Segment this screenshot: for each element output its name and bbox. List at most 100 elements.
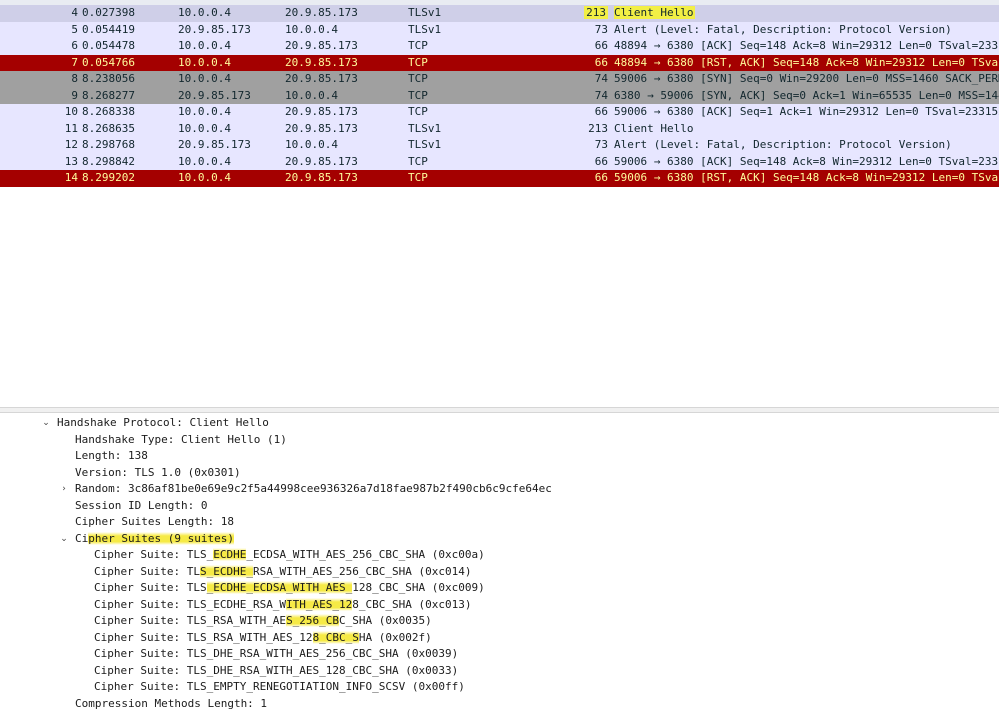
tree-node-session-id-length[interactable]: Session ID Length: 0 <box>75 498 207 515</box>
tree-node-label: Handshake Type: Client Hello (1) <box>75 432 287 446</box>
highlighter-mark: ECDHE <box>213 548 247 561</box>
packet-info-highlight: Client Hello <box>614 6 696 19</box>
tree-node-length[interactable]: Length: 138 <box>75 448 148 465</box>
tree-node-handshake-type[interactable]: Handshake Type: Client Hello (1) <box>75 432 287 449</box>
packet-row[interactable]: 5 0.054419 20.9.85.173 10.0.0.4 TLSv1 73… <box>0 21 999 38</box>
packet-row[interactable]: 8 8.238056 10.0.0.4 20.9.85.173 TCP 74 5… <box>0 71 999 88</box>
packet-row[interactable]: 10 8.268338 10.0.0.4 20.9.85.173 TCP 66 … <box>0 104 999 121</box>
chevron-down-icon[interactable]: ⌄ <box>40 415 52 432</box>
packet-protocol: TCP <box>408 88 428 102</box>
packet-row[interactable]: 6 0.054478 10.0.0.4 20.9.85.173 TCP 66 4… <box>0 38 999 55</box>
tree-node-cipher-suite[interactable]: Cipher Suite: TLS_RSA_WITH_AES_256_CBC_S… <box>94 613 432 630</box>
packet-destination: 20.9.85.173 <box>285 171 358 184</box>
packet-row[interactable]: 13 8.298842 10.0.0.4 20.9.85.173 TCP 66 … <box>0 153 999 170</box>
packet-time: 8.298842 <box>82 154 135 168</box>
packet-length: 66 <box>594 55 608 69</box>
packet-row[interactable]: 14 8.299202 10.0.0.4 20.9.85.173 TCP 66 … <box>0 170 999 187</box>
packet-time: 0.054419 <box>82 22 135 36</box>
cipher-suite-prefix: Cipher Suite: <box>94 680 187 693</box>
packet-destination: 10.0.0.4 <box>285 138 338 151</box>
packet-destination: 10.0.0.4 <box>285 22 338 36</box>
packet-protocol: TLSv1 <box>408 22 442 36</box>
packet-number: 13 <box>64 154 78 168</box>
packet-protocol: TLSv1 <box>408 6 442 19</box>
packet-protocol: TCP <box>408 72 428 85</box>
tree-node-label: Compression Methods Length: 1 <box>75 696 268 710</box>
tree-node-cipher-suites[interactable]: ⌄ Cipher Suites (9 suites) <box>58 531 234 548</box>
tree-node-cipher-suite[interactable]: Cipher Suite: TLS_DHE_RSA_WITH_AES_128_C… <box>94 663 458 680</box>
tree-node-handshake-protocol[interactable]: ⌄ Handshake Protocol: Client Hello <box>40 415 269 432</box>
packet-source: 10.0.0.4 <box>178 55 231 69</box>
packet-destination: 20.9.85.173 <box>285 154 358 168</box>
packet-protocol: TCP <box>408 39 428 52</box>
packet-length: 73 <box>594 22 608 36</box>
cipher-suite-value: TLS_ECDHE_ECDSA_WITH_AES_128_CBC_SHA (0x… <box>186 581 485 594</box>
packet-time: 8.268277 <box>82 88 135 102</box>
tree-node-cipher-suite[interactable]: Cipher Suite: TLS_RSA_WITH_AES_128_CBC_S… <box>94 630 432 647</box>
packet-time: 0.027398 <box>82 6 135 19</box>
packet-length: 74 <box>594 72 608 85</box>
packet-protocol: TLSv1 <box>408 138 442 151</box>
packet-row[interactable]: 9 8.268277 20.9.85.173 10.0.0.4 TCP 74 6… <box>0 87 999 104</box>
packet-info: Alert (Level: Fatal, Description: Protoc… <box>614 22 952 36</box>
highlighter-mark: S_ECDHE_ <box>199 564 253 578</box>
tree-node-cipher-suite[interactable]: Cipher Suite: TLS_ECDHE_RSA_WITH_AES_128… <box>94 597 472 614</box>
tree-node-label: Version: TLS 1.0 (0x0301) <box>75 465 241 479</box>
packet-info: 48894 → 6380 [RST, ACK] Seq=148 Ack=8 Wi… <box>614 55 999 69</box>
packet-source: 20.9.85.173 <box>178 88 251 102</box>
tree-node-label: Random: 3c86af81be0e69e9c2f5a44998cee936… <box>75 482 552 495</box>
cipher-suite-value: TLS_RSA_WITH_AES_128_CBC_SHA (0x002f) <box>186 630 432 644</box>
chevron-down-icon[interactable]: ⌄ <box>58 531 70 548</box>
cipher-suite-value: TLS_RSA_WITH_AES_256_CBC_SHA (0x0035) <box>186 614 432 627</box>
packet-length: 66 <box>594 105 608 118</box>
packet-time: 8.298768 <box>82 138 135 151</box>
tree-node-label: Session ID Length: 0 <box>75 498 208 512</box>
packet-source: 10.0.0.4 <box>178 171 231 184</box>
packet-number: 4 <box>71 6 78 19</box>
packet-number: 11 <box>64 121 78 135</box>
packet-row[interactable]: 12 8.298768 20.9.85.173 10.0.0.4 TLSv1 7… <box>0 137 999 154</box>
tree-node-cipher-suite[interactable]: Cipher Suite: TLS_DHE_RSA_WITH_AES_256_C… <box>94 646 458 663</box>
packet-number: 6 <box>71 39 78 52</box>
tree-node-cipher-suite[interactable]: Cipher Suite: TLS_EMPTY_RENEGOTIATION_IN… <box>94 679 465 696</box>
packet-info: Client Hello <box>614 5 999 22</box>
packet-info: 6380 → 59006 [SYN, ACK] Seq=0 Ack=1 Win=… <box>614 88 999 102</box>
cipher-suite-prefix: Cipher Suite: <box>94 614 187 627</box>
tree-node-cipher-suite[interactable]: Cipher Suite: TLS_ECDHE_ECDSA_WITH_AES_2… <box>94 547 485 564</box>
tree-node-random[interactable]: › Random: 3c86af81be0e69e9c2f5a44998cee9… <box>58 481 552 498</box>
cipher-suite-prefix: Cipher Suite: <box>94 647 187 660</box>
packet-length: 213 <box>560 5 608 22</box>
packet-row[interactable]: 11 8.268635 10.0.0.4 20.9.85.173 TLSv1 2… <box>0 120 999 137</box>
cipher-suite-value: TLS_DHE_RSA_WITH_AES_128_CBC_SHA (0x0033… <box>186 663 459 677</box>
packet-length: 66 <box>594 171 608 184</box>
packet-number: 7 <box>71 55 78 69</box>
chevron-right-icon[interactable]: › <box>58 481 70 498</box>
cipher-suite-value: TLS_EMPTY_RENEGOTIATION_INFO_SCSV (0x00f… <box>186 680 465 693</box>
tree-node-cipher-suite[interactable]: Cipher Suite: TLS_ECDHE_ECDSA_WITH_AES_1… <box>94 580 485 597</box>
cipher-suite-value: TLS_DHE_RSA_WITH_AES_256_CBC_SHA (0x0039… <box>186 647 459 660</box>
packet-length: 74 <box>594 88 608 102</box>
highlighter-mark: 8_CBC_S <box>312 630 359 644</box>
packet-number: 14 <box>64 171 78 184</box>
packet-length: 66 <box>594 39 608 52</box>
packet-length: 213 <box>588 121 608 135</box>
tree-node-cipher-suite[interactable]: Cipher Suite: TLS_ECDHE_RSA_WITH_AES_256… <box>94 564 472 581</box>
tree-node-version[interactable]: Version: TLS 1.0 (0x0301) <box>75 465 241 482</box>
packet-row[interactable]: 7 0.054766 10.0.0.4 20.9.85.173 TCP 66 4… <box>0 54 999 71</box>
packet-list[interactable]: 4 0.027398 10.0.0.4 20.9.85.173 TLSv1 21… <box>0 0 999 192</box>
packet-time: 8.299202 <box>82 171 135 184</box>
tree-node-cipher-suites-length[interactable]: Cipher Suites Length: 18 <box>75 514 234 531</box>
packet-source: 10.0.0.4 <box>178 154 231 168</box>
tree-node-compression-methods-length[interactable]: Compression Methods Length: 1 <box>75 696 267 713</box>
cipher-suite-prefix: Cipher Suite: <box>94 548 187 561</box>
packet-source: 10.0.0.4 <box>178 72 231 85</box>
packet-protocol: TCP <box>408 105 428 118</box>
packet-row[interactable]: 4 0.027398 10.0.0.4 20.9.85.173 TLSv1 21… <box>0 5 999 22</box>
packet-length: 73 <box>594 138 608 151</box>
packet-destination: 20.9.85.173 <box>285 105 358 118</box>
packet-time: 8.238056 <box>82 72 135 85</box>
packet-details-tree[interactable]: ⌄ Handshake Protocol: Client Hello Hands… <box>0 413 999 717</box>
tree-node-label: Handshake Protocol: Client Hello <box>57 416 269 429</box>
packet-source: 10.0.0.4 <box>178 39 231 52</box>
packet-source: 20.9.85.173 <box>178 22 251 36</box>
